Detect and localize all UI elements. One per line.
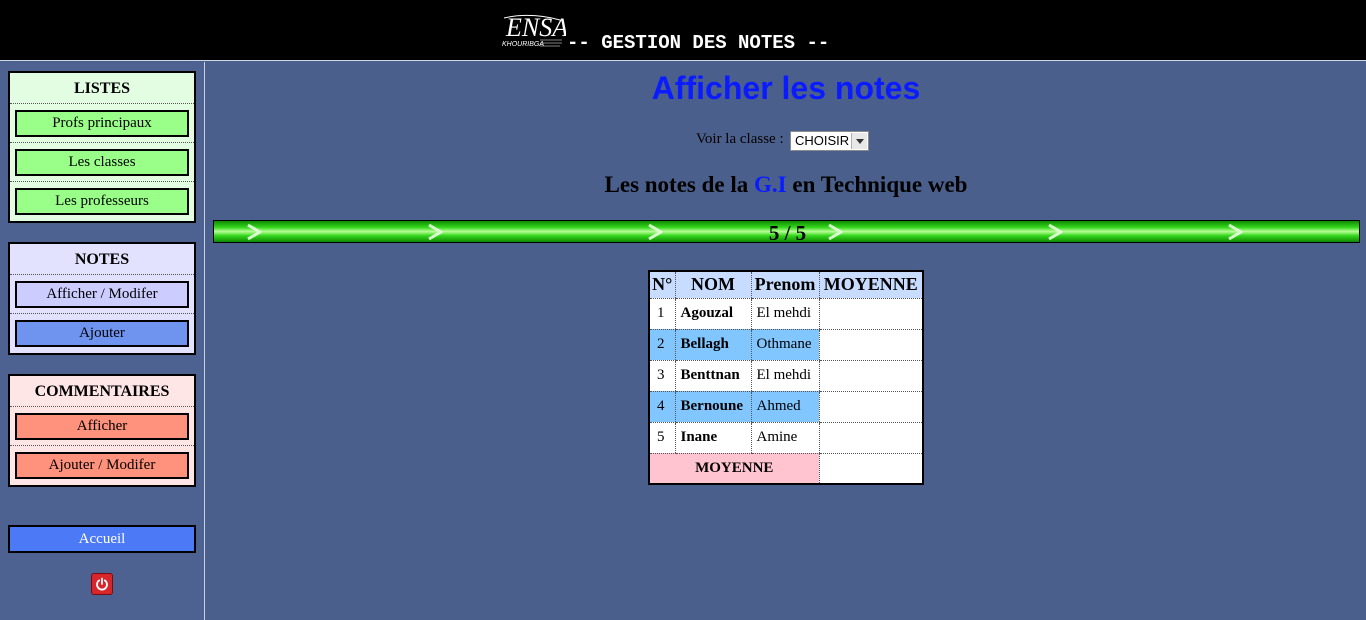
row-num: 5 <box>648 422 675 454</box>
row-nom: Inane <box>674 422 751 454</box>
subtitle-middle: en <box>792 172 816 197</box>
commentaires-row: Ajouter / Modifer <box>10 446 194 485</box>
afficher-modifier-notes-button[interactable]: Afficher / Modifer <box>15 281 189 308</box>
table-header-row: N° NOM Prenom MOYENNE <box>648 271 923 299</box>
page-title: Afficher les notes <box>651 70 921 106</box>
table-row: 4 Bernoune Ahmed <box>648 391 923 423</box>
accueil-button[interactable]: Accueil <box>8 525 196 553</box>
grades-table: N° NOM Prenom MOYENNE 1 Agouzal El mehdi… <box>648 270 924 485</box>
commentaires-title: COMMENTAIRES <box>10 376 194 407</box>
voir-classe-label: Voir la classe : <box>696 131 784 147</box>
commentaires-panel: COMMENTAIRES Afficher Ajouter / Modifer <box>8 374 196 487</box>
row-prenom: Othmane <box>750 329 819 361</box>
row-nom: Bellagh <box>674 329 751 361</box>
chevron-down-icon <box>851 133 867 149</box>
notes-row: Ajouter <box>10 314 194 353</box>
row-nom: Benttnan <box>674 360 751 392</box>
row-nom: Agouzal <box>674 298 751 330</box>
row-prenom: El mehdi <box>750 360 819 392</box>
subtitle-class: G.I <box>754 172 787 197</box>
moyenne-label: MOYENNE <box>648 453 819 485</box>
class-select-value: CHOISIR <box>795 133 850 148</box>
moyenne-value <box>818 453 923 485</box>
afficher-commentaires-button[interactable]: Afficher <box>15 413 189 440</box>
table-row: 3 Benttnan El mehdi <box>648 360 923 392</box>
listes-row: Les classes <box>10 143 194 182</box>
row-num: 4 <box>648 391 675 423</box>
table-footer-row: MOYENNE <box>648 453 923 485</box>
row-num: 2 <box>648 329 675 361</box>
table-subtitle: Les notes de la G.I en Technique web <box>206 172 1366 198</box>
power-icon[interactable] <box>91 573 113 595</box>
commentaires-row: Afficher <box>10 407 194 446</box>
logo-subtext: KHOURIBGA <box>502 41 544 48</box>
col-nom-header: NOM <box>674 271 751 299</box>
table-row: 1 Agouzal El mehdi <box>648 298 923 330</box>
table-row: 2 Bellagh Othmane <box>648 329 923 361</box>
listes-panel: LISTES Profs principaux Les classes Les … <box>8 71 196 223</box>
row-prenom: Ahmed <box>750 391 819 423</box>
row-moyenne <box>818 360 923 392</box>
header-bar: ENSA KHOURIBGA -- GESTION DES NOTES -- <box>0 0 1366 61</box>
app-title: -- GESTION DES NOTES -- <box>567 32 830 54</box>
row-moyenne <box>818 298 923 330</box>
notes-row: Afficher / Modifer <box>10 275 194 314</box>
col-num-header: N° <box>648 271 675 299</box>
row-num: 3 <box>648 360 675 392</box>
row-moyenne <box>818 329 923 361</box>
subtitle-subject: Technique web <box>820 172 968 197</box>
row-prenom: Amine <box>750 422 819 454</box>
row-nom: Bernoune <box>674 391 751 423</box>
row-moyenne <box>818 422 923 454</box>
col-moyenne-header: MOYENNE <box>818 271 923 299</box>
profs-principaux-button[interactable]: Profs principaux <box>15 110 189 137</box>
ajouter-modifier-commentaires-button[interactable]: Ajouter / Modifer <box>15 452 189 479</box>
progress-bar: 5 / 5 <box>213 220 1360 245</box>
table-row: 5 Inane Amine <box>648 422 923 454</box>
col-prenom-header: Prenom <box>750 271 819 299</box>
progress-text: 5 / 5 <box>768 221 807 245</box>
listes-row: Les professeurs <box>10 182 194 221</box>
grades-table-wrapper: N° NOM Prenom MOYENNE 1 Agouzal El mehdi… <box>648 270 924 485</box>
logo-text: ENSA <box>505 13 566 42</box>
les-classes-button[interactable]: Les classes <box>15 149 189 176</box>
sidebar: LISTES Profs principaux Les classes Les … <box>0 62 205 620</box>
row-num: 1 <box>648 298 675 330</box>
ajouter-notes-button[interactable]: Ajouter <box>15 320 189 347</box>
ensa-logo: ENSA KHOURIBGA <box>500 10 568 54</box>
les-professeurs-button[interactable]: Les professeurs <box>15 188 189 215</box>
row-prenom: El mehdi <box>750 298 819 330</box>
listes-row: Profs principaux <box>10 104 194 143</box>
notes-panel: NOTES Afficher / Modifer Ajouter <box>8 242 196 355</box>
subtitle-prefix: Les notes de la <box>604 172 749 197</box>
row-moyenne <box>818 391 923 423</box>
listes-title: LISTES <box>10 73 194 104</box>
notes-title: NOTES <box>10 244 194 275</box>
class-select[interactable]: CHOISIR <box>790 131 869 151</box>
